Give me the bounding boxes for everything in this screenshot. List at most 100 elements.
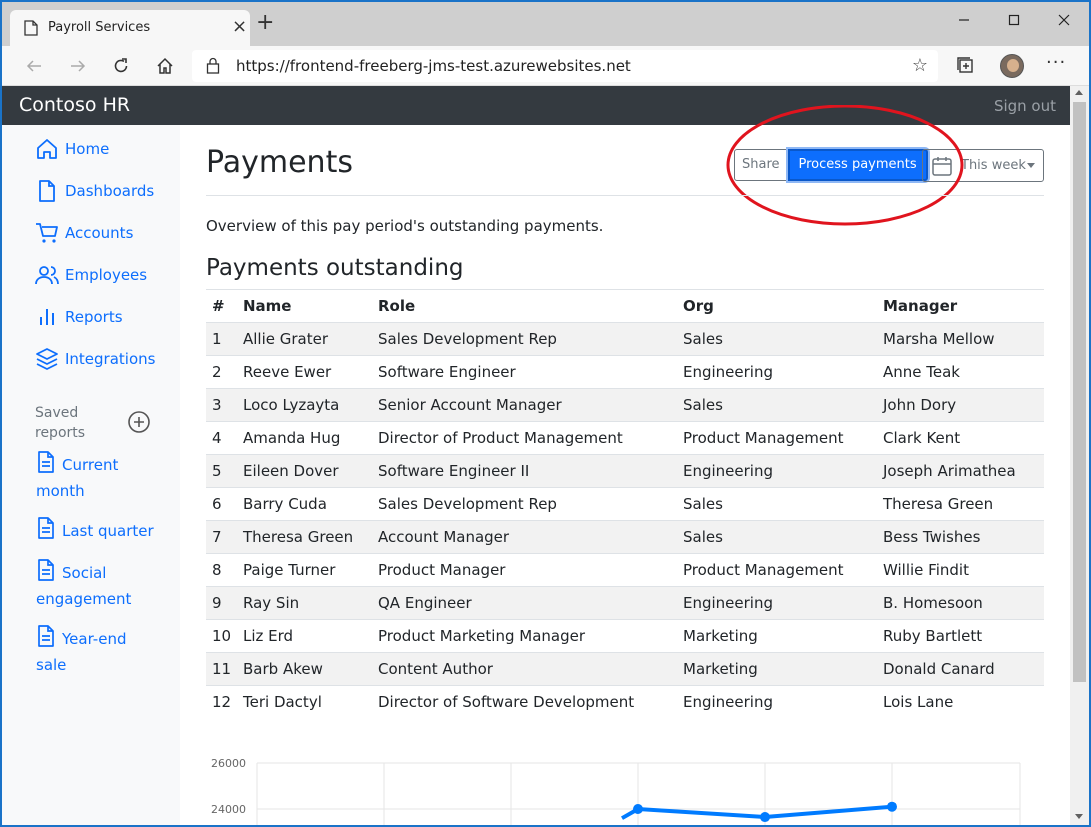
close-window-icon[interactable] <box>1039 2 1089 38</box>
profile-avatar[interactable] <box>1000 54 1024 78</box>
new-tab-icon[interactable]: + <box>256 12 274 34</box>
sidebar-item-employees[interactable]: Employees <box>35 263 147 287</box>
table-cell: Liz Erd <box>237 619 372 653</box>
brand-title[interactable]: Contoso HR <box>19 94 130 116</box>
scroll-down-icon[interactable] <box>1075 814 1083 819</box>
table-cell: QA Engineer <box>372 586 677 620</box>
table-cell: Software Engineer <box>372 355 677 389</box>
main-content: Payments Share Process payments This wee… <box>180 105 1070 825</box>
table-cell: Sales <box>677 487 877 521</box>
table-row: 11 Barb Akew Content Author Marketing Donald… <box>206 652 1044 686</box>
window-controls <box>939 2 1089 38</box>
cart-icon <box>36 223 58 243</box>
maximize-icon[interactable] <box>989 2 1039 38</box>
bar-chart-icon <box>40 309 54 325</box>
back-icon[interactable] <box>22 54 46 78</box>
table-cell: Sales <box>677 322 877 356</box>
column-header: Role <box>372 289 677 323</box>
saved-report-year-end-sale[interactable]: Year-end sale <box>36 625 156 678</box>
table-row: 4 Amanda Hug Director of Product Managemen… <box>206 421 1044 455</box>
minimize-icon[interactable] <box>939 2 989 38</box>
table-cell: Bess Twishes <box>877 520 1044 554</box>
scroll-up-icon[interactable] <box>1075 90 1083 95</box>
overview-text: Overview of this pay period's outstandin… <box>206 217 604 235</box>
y-tick-label: 24000 <box>211 803 246 816</box>
file-text-icon <box>38 517 54 539</box>
process-payments-button[interactable]: Process payments <box>787 149 928 181</box>
table-cell: Director of Product Management <box>372 421 677 455</box>
table-body: 1 Allie Grater Sales Development Rep Sales M… <box>206 322 1044 719</box>
table-cell: Engineering <box>677 355 877 389</box>
table-cell: Allie Grater <box>237 322 372 356</box>
table-cell: Senior Account Manager <box>372 388 677 422</box>
table-cell: 2 <box>206 355 237 389</box>
forward-icon[interactable] <box>66 54 90 78</box>
home-browser-icon[interactable] <box>153 54 177 78</box>
data-point <box>633 804 643 814</box>
series-line <box>621 804 893 820</box>
action-button-group: Share Process payments <box>734 149 928 181</box>
users-icon <box>35 266 59 285</box>
calendar-icon <box>932 157 952 176</box>
table-cell: 8 <box>206 553 237 587</box>
table-row: 5 Eileen Dover Software Engineer II Enginee… <box>206 454 1044 488</box>
sidebar-item-integrations[interactable]: Integrations <box>35 347 155 371</box>
table-row: 6 Barry Cuda Sales Development Rep Sales The… <box>206 487 1044 521</box>
column-header: Org <box>677 289 877 323</box>
table-cell: Software Engineer II <box>372 454 677 488</box>
saved-report-last-quarter[interactable]: Last quarter <box>36 517 156 544</box>
tab-strip: Payroll Services × + <box>2 2 1089 46</box>
saved-report-social-engagement[interactable]: Social engagement <box>36 559 156 612</box>
share-button[interactable]: Share <box>734 149 788 181</box>
more-menu-icon[interactable]: ··· <box>1046 52 1066 73</box>
table-row: 10 Liz Erd Product Marketing Manager Market… <box>206 619 1044 653</box>
table-cell: Account Manager <box>372 520 677 554</box>
table-cell: 1 <box>206 322 237 356</box>
refresh-icon[interactable] <box>109 54 133 78</box>
sidebar-item-reports[interactable]: Reports <box>35 305 123 329</box>
payments-chart: 26000 24000 <box>211 757 1021 825</box>
address-bar[interactable]: https://frontend-freeberg-jms-test.azure… <box>192 50 938 82</box>
scrollbar-thumb[interactable] <box>1073 102 1086 682</box>
table-cell: Theresa Green <box>237 520 372 554</box>
table-cell: Anne Teak <box>877 355 1044 389</box>
collections-icon[interactable] <box>954 54 976 80</box>
sign-out-link[interactable]: Sign out <box>994 97 1056 115</box>
add-report-icon[interactable] <box>126 409 152 439</box>
table-cell: Engineering <box>677 586 877 620</box>
favorite-star-icon[interactable]: ☆ <box>912 55 928 76</box>
table-cell: Paige Turner <box>237 553 372 587</box>
url-text: https://frontend-freeberg-jms-test.azure… <box>236 57 631 75</box>
table-cell: Sales Development Rep <box>372 322 677 356</box>
browser-toolbar: https://frontend-freeberg-jms-test.azure… <box>2 46 1089 86</box>
home-icon <box>37 139 57 159</box>
table-cell: Director of Software Development <box>372 685 677 719</box>
column-header: Name <box>237 289 372 323</box>
table-cell: Sales <box>677 520 877 554</box>
saved-reports-heading: Saved reports <box>35 405 86 441</box>
browser-window: Payroll Services × + https://frontend-fr… <box>2 2 1089 825</box>
table-cell: 9 <box>206 586 237 620</box>
tab-title: Payroll Services <box>48 20 151 35</box>
saved-report-current-month[interactable]: Current month <box>36 451 156 504</box>
page-scrollbar[interactable] <box>1070 86 1089 825</box>
sidebar-item-home[interactable]: Home <box>35 137 109 161</box>
layers-icon <box>36 348 58 370</box>
sidebar-item-accounts[interactable]: Accounts <box>35 221 133 245</box>
table-cell: Product Management <box>677 553 877 587</box>
close-tab-icon[interactable]: × <box>232 16 247 37</box>
browser-tab[interactable]: Payroll Services × <box>10 10 250 46</box>
file-text-icon <box>38 559 54 581</box>
section-title: Payments outstanding <box>206 255 464 281</box>
period-dropdown-button[interactable]: This week <box>922 149 1044 182</box>
file-icon <box>39 180 55 202</box>
app-navbar: Contoso HR Sign out <box>2 86 1070 125</box>
table-cell: Loco Lyzayta <box>237 388 372 422</box>
table-cell: Product Management <box>677 421 877 455</box>
table-cell: John Dory <box>877 388 1044 422</box>
chevron-down-icon <box>1027 163 1035 168</box>
sidebar-item-dashboards[interactable]: Dashboards <box>35 179 154 203</box>
table-cell: 11 <box>206 652 237 686</box>
table-cell: Ray Sin <box>237 586 372 620</box>
table-cell: Engineering <box>677 454 877 488</box>
